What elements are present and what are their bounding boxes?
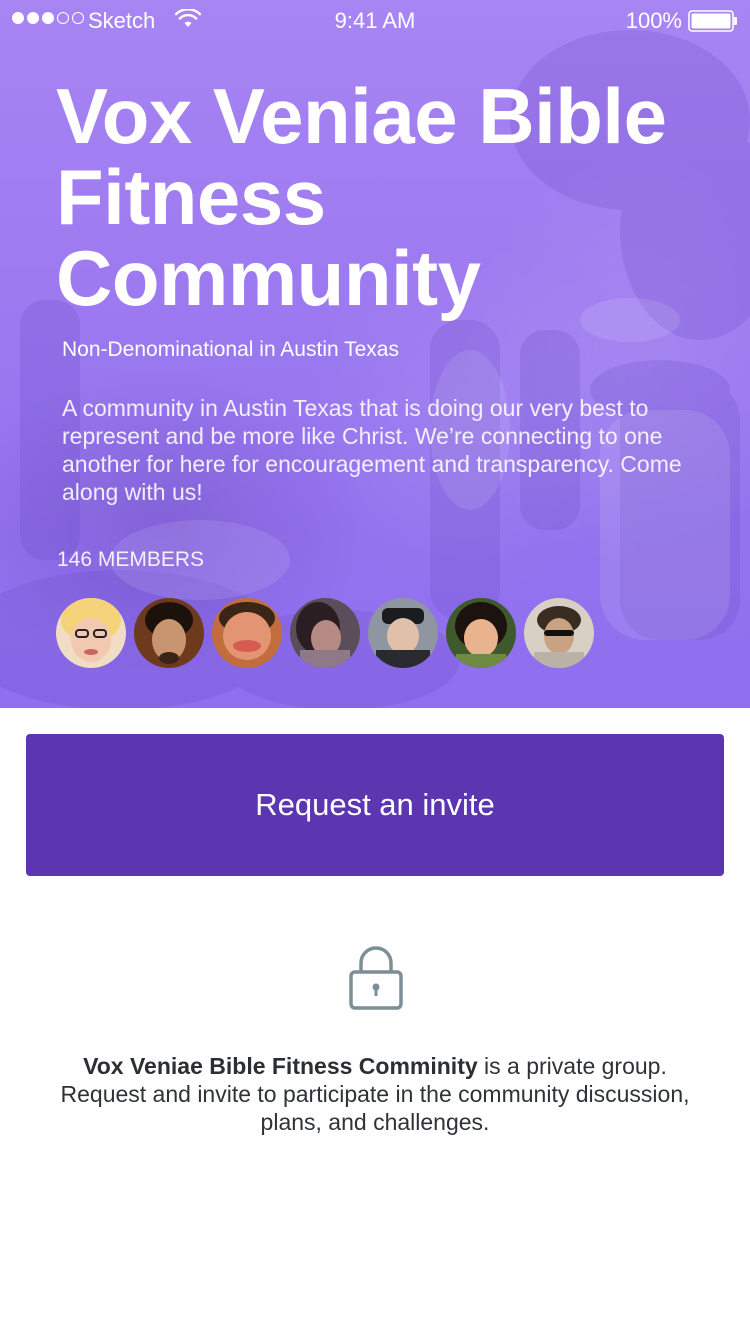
- request-invite-button[interactable]: Request an invite: [26, 734, 724, 876]
- status-bar: Sketch 9:41 AM 100%: [0, 0, 750, 40]
- member-avatar[interactable]: [290, 598, 360, 668]
- member-avatar[interactable]: [134, 598, 204, 668]
- member-avatar[interactable]: [212, 598, 282, 668]
- member-avatar[interactable]: [368, 598, 438, 668]
- member-avatar[interactable]: [56, 598, 126, 668]
- battery-percentage: 100%: [625, 8, 682, 33]
- group-denomination: Non-Denominational in Austin Texas: [62, 338, 399, 361]
- group-title: Vox Veniae Bible Fitness Community: [56, 72, 667, 322]
- private-group-name: Vox Veniae Bible Fitness Comminity: [83, 1053, 478, 1079]
- member-avatar[interactable]: [446, 598, 516, 668]
- members-count: 146 MEMBERS: [57, 548, 205, 571]
- hero-section: Sketch 9:41 AM 100% Vox Veniae Bible Fit…: [0, 0, 750, 708]
- private-group-notice: Vox Veniae Bible Fitness Comminity is a …: [40, 1052, 710, 1136]
- group-description: A community in Austin Texas that is doin…: [62, 395, 682, 505]
- battery-icon: [688, 10, 737, 32]
- member-avatars[interactable]: [56, 598, 594, 668]
- lock-icon: [349, 946, 403, 1010]
- member-avatar[interactable]: [524, 598, 594, 668]
